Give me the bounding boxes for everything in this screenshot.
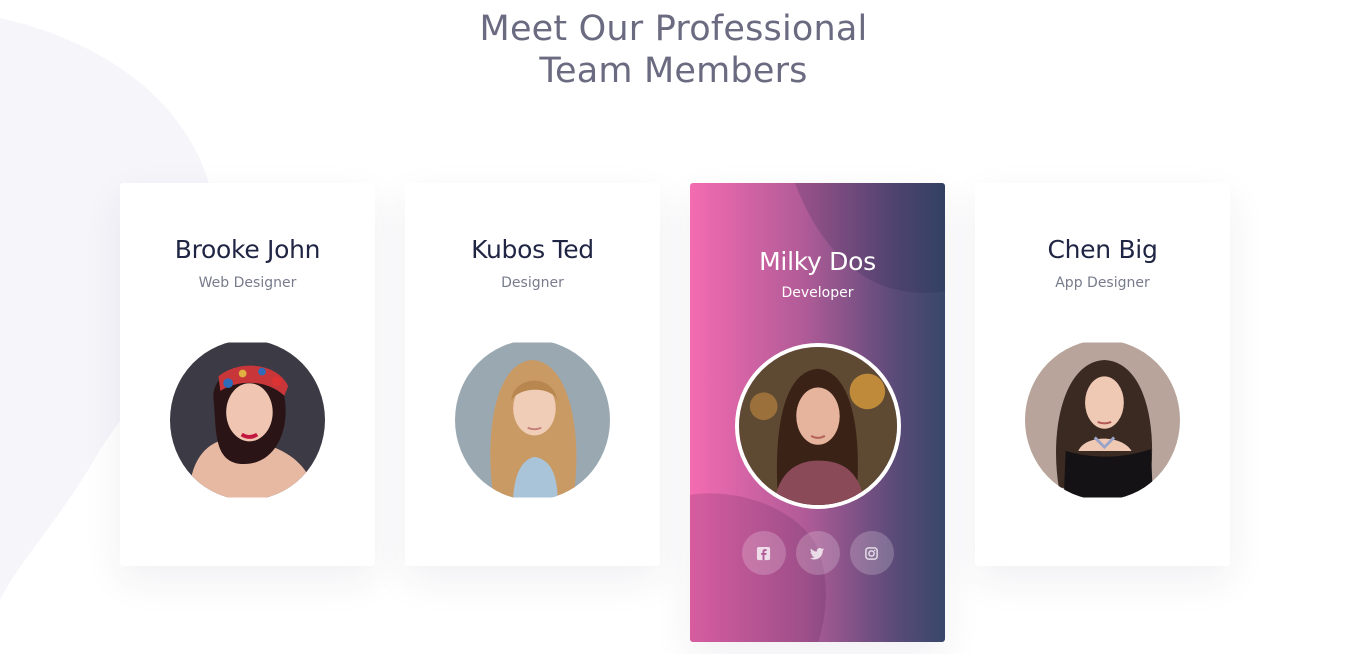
member-role: Designer bbox=[501, 275, 564, 291]
instagram-icon bbox=[865, 546, 878, 560]
member-name: Kubos Ted bbox=[471, 235, 594, 264]
member-photo bbox=[735, 343, 901, 509]
heading-line-2: Team Members bbox=[539, 51, 808, 91]
member-name: Chen Big bbox=[1047, 235, 1158, 264]
social-links bbox=[690, 531, 945, 575]
facebook-icon bbox=[756, 546, 771, 560]
section-heading: Meet Our Professional Team Members bbox=[0, 8, 1347, 92]
member-role: App Designer bbox=[1055, 275, 1150, 291]
member-role: Developer bbox=[781, 285, 854, 301]
team-card-milky-dos[interactable]: Milky Dos Developer bbox=[690, 183, 945, 642]
heading-line-1: Meet Our Professional bbox=[479, 9, 868, 49]
member-photo bbox=[1025, 340, 1180, 500]
member-photo bbox=[455, 340, 610, 500]
member-name: Brooke John bbox=[174, 235, 321, 264]
team-card-chen-big[interactable]: Chen Big App Designer bbox=[975, 183, 1230, 566]
instagram-button[interactable] bbox=[849, 531, 894, 575]
twitter-button[interactable] bbox=[795, 531, 840, 575]
team-card-brooke-john[interactable]: Brooke John Web Designer bbox=[120, 183, 375, 566]
member-photo bbox=[170, 340, 325, 500]
team-card-kubos-ted[interactable]: Kubos Ted Designer bbox=[405, 183, 660, 566]
member-role: Web Designer bbox=[198, 275, 297, 291]
member-name: Milky Dos bbox=[759, 247, 876, 276]
twitter-icon bbox=[810, 547, 825, 559]
facebook-button[interactable] bbox=[741, 531, 786, 575]
